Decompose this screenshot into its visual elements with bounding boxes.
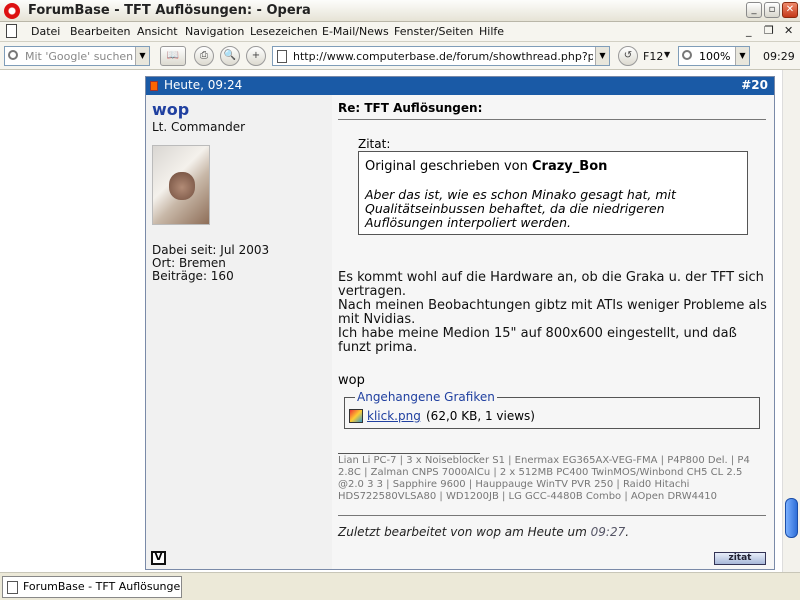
mdi-close-button[interactable]: ✕ <box>784 24 793 37</box>
attachments-box: Angehangene Grafiken klick.png (62,0 KB,… <box>344 390 760 429</box>
search-dropdown-icon[interactable]: ▼ <box>135 47 149 65</box>
edit-note-suffix: . <box>625 525 630 539</box>
edit-time: 09:27 <box>590 525 626 539</box>
zoom-value: 100% <box>699 50 731 63</box>
image-file-icon <box>349 409 363 423</box>
menu-hilfe[interactable]: Hilfe <box>479 25 504 38</box>
window-title: ForumBase - TFT Auflösungen: - Opera <box>28 3 311 18</box>
post-body-line: Ich habe meine Medion 15" auf 800x600 ei… <box>338 326 737 355</box>
url-text[interactable]: http://www.computerbase.de/forum/showthr… <box>293 50 593 63</box>
zoom-dropdown-icon[interactable]: ▼ <box>735 47 749 65</box>
post-sign-name: wop <box>338 373 365 388</box>
edit-note: Zuletzt bearbeitet von wop am Heute um 0… <box>338 525 629 539</box>
edit-note-prefix: Zuletzt bearbeitet von wop am Heute um <box>338 525 587 539</box>
document-icon[interactable] <box>6 24 17 38</box>
minimize-button[interactable]: _ <box>746 2 762 18</box>
tab-label: ForumBase - TFT Auflösungen: <box>23 580 182 593</box>
mdi-minimize-button[interactable]: _ <box>746 24 752 37</box>
menu-email-news[interactable]: E-Mail/News <box>322 25 389 38</box>
search-placeholder: Mit 'Google' suchen <box>25 50 134 63</box>
zoom-icon <box>682 50 692 60</box>
quote-author: Crazy_Bon <box>532 159 608 174</box>
add-icon[interactable]: + <box>246 46 266 66</box>
tab-forumbase[interactable]: ForumBase - TFT Auflösungen: <box>2 576 182 598</box>
reload-icon[interactable]: ↺ <box>618 46 638 66</box>
user-post-count: Beiträge: 160 <box>152 269 234 283</box>
tab-bar: ForumBase - TFT Auflösungen: <box>0 572 800 600</box>
post-header: Heute, 09:24 #20 <box>146 77 774 95</box>
print-icon[interactable]: ⎙ <box>194 46 214 66</box>
edit-divider <box>338 515 766 516</box>
menu-ansicht[interactable]: Ansicht <box>137 25 178 38</box>
post-body-line: Nach meinen Beobachtungen gibtz mit ATIs… <box>338 298 767 327</box>
close-button[interactable]: ✕ <box>782 2 798 18</box>
opera-logo-icon <box>4 3 20 19</box>
quote-text: Aber das ist, wie es schon Minako gesagt… <box>365 187 676 230</box>
message-pane: Re: TFT Auflösungen: Zitat: Original ges… <box>332 95 774 569</box>
menu-lesezeichen[interactable]: Lesezeichen <box>250 25 318 38</box>
menu-navigation[interactable]: Navigation <box>185 25 244 38</box>
bookmarks-icon[interactable]: 📖 <box>160 46 186 66</box>
quote-box: Original geschrieben von Crazy_Bon Aber … <box>358 151 748 235</box>
post-number[interactable]: #20 <box>741 78 768 92</box>
search-field[interactable]: Mit 'Google' suchen ▼ <box>4 46 150 66</box>
page-icon <box>7 581 18 594</box>
avatar-face <box>169 172 195 200</box>
title-divider <box>338 119 766 120</box>
post-body-line: Es kommt wohl auf die Hardware an, ob di… <box>338 270 764 299</box>
avatar <box>152 145 210 225</box>
menu-datei[interactable]: Datei <box>31 25 60 38</box>
user-location: Ort: Bremen <box>152 256 226 270</box>
zoom-out-icon[interactable]: 🔍 <box>220 46 240 66</box>
signature-divider <box>338 453 480 454</box>
user-info-pane: wop Lt. Commander Dabei seit: Jul 2003 O… <box>146 95 332 569</box>
username[interactable]: wop <box>152 100 189 119</box>
attachments-legend: Angehangene Grafiken <box>355 390 497 404</box>
menu-bar: Datei Bearbeiten Ansicht Navigation Lese… <box>0 22 800 42</box>
address-dropdown-icon[interactable]: ▼ <box>595 47 609 65</box>
menu-fenster-seiten[interactable]: Fenster/Seiten <box>394 25 473 38</box>
quote-label: Zitat: <box>358 137 391 151</box>
scrollbar-thumb[interactable] <box>785 498 798 538</box>
post-title: Re: TFT Auflösungen: <box>338 101 483 115</box>
attachment-link[interactable]: klick.png <box>367 409 421 423</box>
page-icon <box>277 50 287 63</box>
title-bar: ForumBase - TFT Auflösungen: - Opera _ ▫… <box>0 0 800 22</box>
attachment-meta: (62,0 KB, 1 views) <box>426 409 535 423</box>
post-icon <box>150 81 158 91</box>
user-title: Lt. Commander <box>152 120 246 134</box>
user-joined: Dabei seit: Jul 2003 <box>152 243 270 257</box>
search-icon <box>8 50 18 60</box>
mdi-restore-button[interactable]: ❐ <box>764 24 774 37</box>
online-status-icon[interactable]: V <box>151 551 166 565</box>
post-body: Es kommt wohl auf die Hardware an, ob di… <box>338 271 770 355</box>
f12-dropdown-icon[interactable]: ▼ <box>664 50 670 59</box>
forum-post: Heute, 09:24 #20 wop Lt. Commander Dabei… <box>145 76 775 570</box>
zoom-field[interactable]: 100% ▼ <box>678 46 750 66</box>
vertical-scrollbar[interactable] <box>782 70 800 572</box>
page-content: Heute, 09:24 #20 wop Lt. Commander Dabei… <box>0 70 782 572</box>
maximize-button[interactable]: ▫ <box>764 2 780 18</box>
quote-header: Original geschrieben von Crazy_Bon <box>365 159 607 174</box>
post-date: Heute, 09:24 <box>164 78 243 92</box>
quote-button[interactable]: zitat <box>714 552 766 565</box>
f12-button[interactable]: F12 <box>643 50 663 63</box>
clock: 09:29 <box>763 50 795 63</box>
address-bar[interactable]: http://www.computerbase.de/forum/showthr… <box>272 46 610 66</box>
signature: Lian Li PC-7 | 3 x Noiseblocker S1 | Ene… <box>338 455 750 502</box>
menu-bearbeiten[interactable]: Bearbeiten <box>70 25 130 38</box>
toolbar: Mit 'Google' suchen ▼ 📖 ⎙ 🔍 + http://www… <box>0 42 800 70</box>
quote-prefix: Original geschrieben von <box>365 159 528 174</box>
